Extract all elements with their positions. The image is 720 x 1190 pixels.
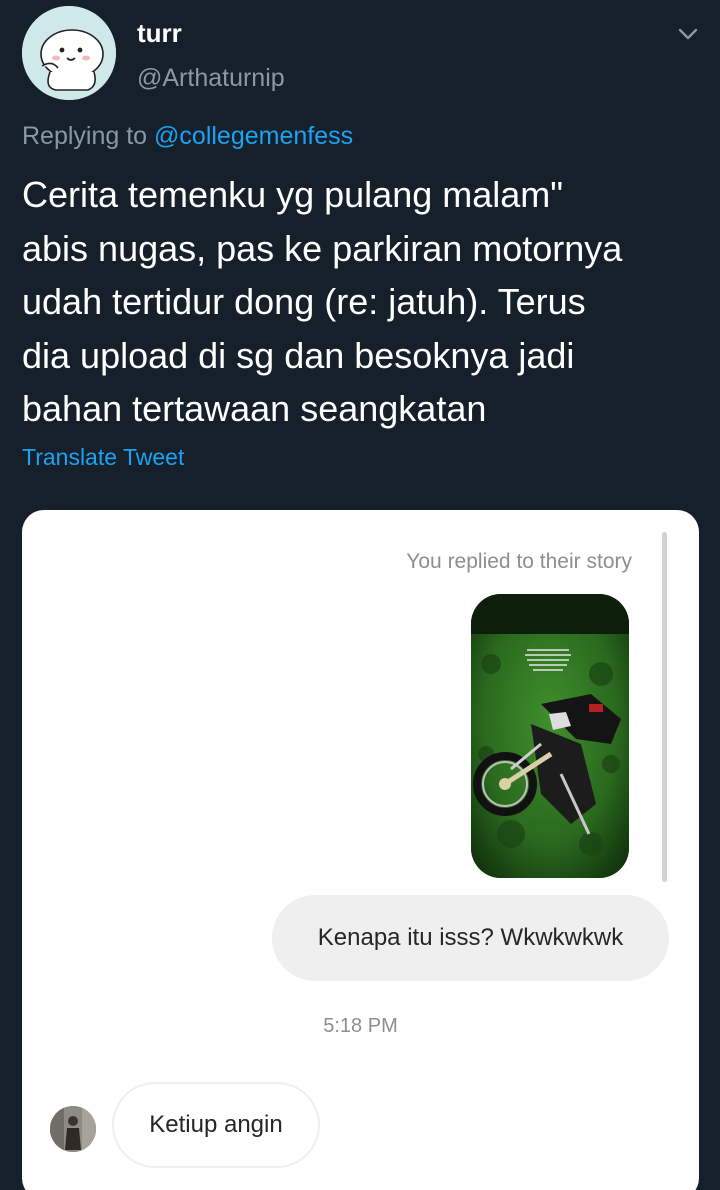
chevron-down-icon[interactable] — [676, 22, 700, 46]
message-timestamp-text: 5:18 PM — [323, 1015, 398, 1037]
sender-avatar[interactable] — [50, 1106, 96, 1152]
replying-to-label: Replying to — [22, 122, 155, 150]
replied-to-story-label: You replied to their story — [406, 550, 632, 573]
incoming-message-bubble: Ketiup angin — [112, 1082, 320, 1168]
translate-tweet-link[interactable]: Translate Tweet — [22, 444, 184, 471]
person-avatar-icon — [50, 1106, 96, 1152]
display-name[interactable]: turr — [137, 18, 182, 49]
attached-dm-screenshot[interactable]: You replied to their story Kenapa itu is… — [22, 510, 699, 1190]
fallen-motorcycle-photo-icon — [471, 594, 629, 878]
tweet-text: Cerita temenku yg pulang malam" abis nug… — [22, 174, 623, 429]
outgoing-message-bubble: Kenapa itu isss? Wkwkwkwk — [272, 895, 669, 981]
replying-to-line: Replying to @collegemenfess — [22, 122, 353, 151]
message-timestamp: 5:18 PM — [22, 1015, 699, 1038]
replying-to-mention-link[interactable]: @collegemenfess — [154, 122, 353, 150]
scrollbar — [662, 532, 667, 882]
cartoon-avatar-icon — [22, 6, 116, 100]
tweet-page: turr @Arthaturnip Replying to @collegeme… — [0, 0, 720, 1190]
user-handle[interactable]: @Arthaturnip — [137, 64, 285, 93]
story-thumbnail — [471, 594, 629, 878]
profile-avatar[interactable] — [22, 6, 116, 100]
